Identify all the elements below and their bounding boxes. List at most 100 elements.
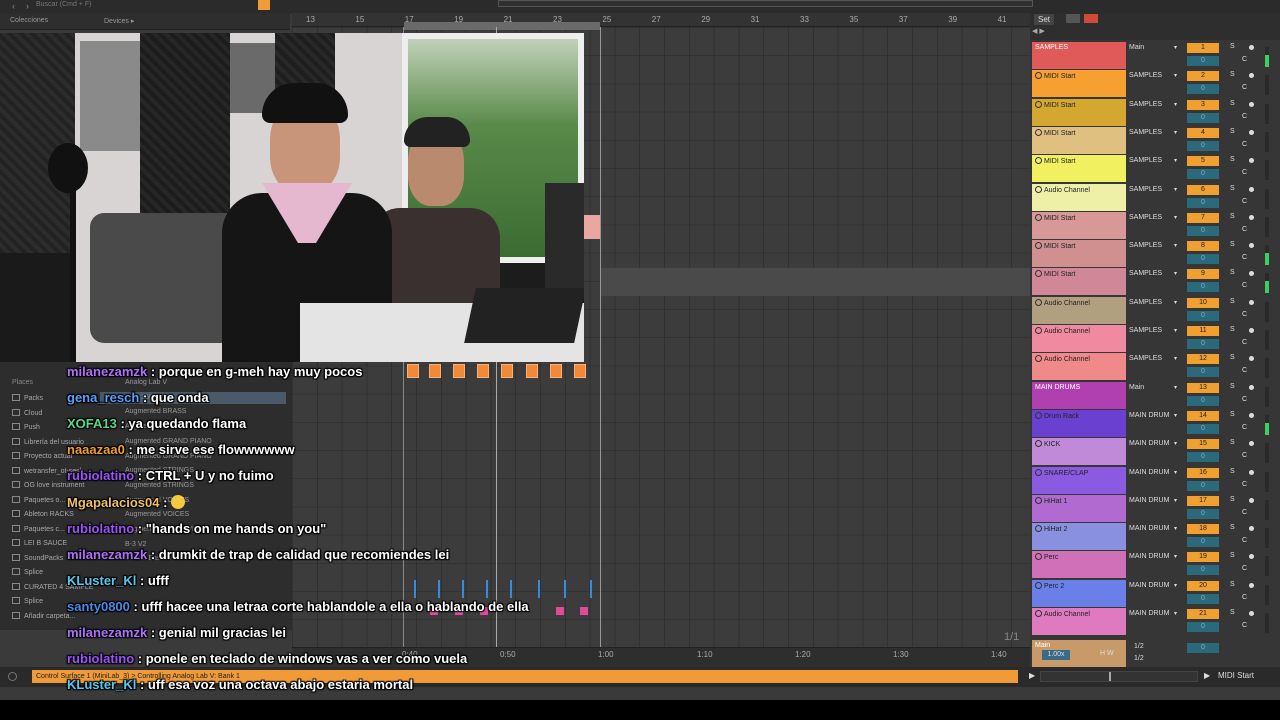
track-fold-icon[interactable] — [1035, 242, 1042, 250]
track-header[interactable]: MIDI Start — [1032, 240, 1126, 268]
chevron-down-icon[interactable]: ▾ — [1174, 157, 1177, 164]
arm-button[interactable] — [1249, 214, 1254, 220]
chat-username[interactable]: KLuster_Kl — [67, 573, 136, 588]
chevron-down-icon[interactable]: ▾ — [1174, 497, 1177, 504]
track-volume[interactable]: 0 — [1187, 225, 1219, 236]
track-activator[interactable]: 20 — [1187, 580, 1219, 591]
track-header[interactable]: Audio Channel — [1032, 608, 1126, 635]
audio-clip[interactable] — [574, 364, 586, 378]
pan-center[interactable]: C — [1242, 169, 1247, 176]
pan-center[interactable]: C — [1242, 396, 1247, 403]
back-icon[interactable]: ‹ — [12, 1, 15, 11]
place-item[interactable]: Push — [12, 423, 40, 431]
track-fold-icon[interactable] — [1035, 440, 1042, 448]
track-fold-icon[interactable] — [1035, 100, 1042, 108]
solo-button[interactable]: S — [1230, 241, 1235, 248]
main-volume[interactable]: 0 — [1187, 643, 1219, 654]
chat-username[interactable]: milanezamzk — [67, 364, 147, 379]
chat-username[interactable]: milanezamzk — [67, 625, 147, 640]
track-activator[interactable]: 17 — [1187, 495, 1219, 506]
track-header[interactable]: HiHat 2 — [1032, 523, 1126, 551]
chevron-down-icon[interactable]: ▾ — [1174, 582, 1177, 589]
arm-button[interactable] — [1249, 441, 1254, 447]
arm-button[interactable] — [1249, 45, 1254, 50]
arm-button[interactable] — [1249, 186, 1254, 192]
chevron-down-icon[interactable]: ▾ — [1174, 525, 1177, 532]
chevron-down-icon[interactable]: ▾ — [1174, 384, 1177, 391]
arm-button[interactable] — [1249, 356, 1254, 362]
track-activator[interactable]: 12 — [1187, 354, 1219, 365]
audio-clip[interactable] — [453, 364, 465, 378]
track-volume[interactable]: 0 — [1187, 423, 1219, 434]
record-icon[interactable] — [1084, 14, 1098, 23]
track-volume[interactable]: 0 — [1187, 508, 1219, 519]
hotswap-button[interactable] — [258, 0, 270, 10]
chevron-down-icon[interactable]: ▾ — [1174, 242, 1177, 249]
track-header[interactable]: MIDI Start — [1032, 98, 1126, 126]
track-header[interactable]: MIDI Start — [1032, 126, 1126, 154]
arm-button[interactable] — [1249, 299, 1254, 305]
track-activator[interactable]: 11 — [1187, 326, 1219, 336]
pan-center[interactable]: C — [1242, 509, 1247, 516]
place-item[interactable]: Packs — [12, 394, 43, 402]
solo-button[interactable]: S — [1230, 156, 1235, 163]
chevron-down-icon[interactable]: ▾ — [1174, 186, 1177, 193]
main-routing-b[interactable]: 1/2 — [1134, 655, 1186, 662]
arm-button[interactable] — [1249, 469, 1254, 475]
track-header[interactable]: MIDI Start — [1032, 155, 1126, 183]
track-volume[interactable]: 0 — [1187, 84, 1219, 95]
chevron-down-icon[interactable]: ▾ — [1174, 72, 1177, 79]
track-activator[interactable]: 21 — [1187, 609, 1219, 619]
track-header[interactable]: Audio Channel — [1032, 325, 1126, 352]
arm-button[interactable] — [1249, 158, 1254, 164]
track-header[interactable]: SNARE/CLAP — [1032, 466, 1126, 494]
play-icon[interactable]: ▶ — [1029, 671, 1035, 680]
chevron-down-icon[interactable]: ▾ — [1174, 412, 1177, 419]
solo-button[interactable]: S — [1230, 524, 1235, 531]
chevron-down-icon[interactable]: ▾ — [1174, 101, 1177, 108]
forward-icon[interactable]: › — [26, 1, 29, 11]
track-volume[interactable]: 0 — [1187, 593, 1219, 604]
solo-button[interactable]: S — [1230, 213, 1235, 220]
track-volume[interactable]: 0 — [1187, 452, 1219, 463]
chat-username[interactable]: KLuster_Kl — [67, 677, 136, 692]
track-activator[interactable]: 14 — [1187, 410, 1219, 421]
track-activator[interactable]: 13 — [1187, 382, 1219, 393]
track-activator[interactable]: 16 — [1187, 467, 1219, 478]
tab-devices[interactable]: Devices ▸ — [104, 17, 134, 25]
arm-button[interactable] — [1249, 101, 1254, 107]
midi-clip[interactable] — [556, 607, 564, 615]
track-fold-icon[interactable] — [1035, 185, 1042, 193]
pan-center[interactable]: C — [1242, 282, 1247, 289]
place-item[interactable]: LEI B SAUCE — [12, 539, 67, 547]
zoom-field[interactable]: 1.00x — [1042, 650, 1070, 660]
place-item[interactable]: Splice — [12, 597, 43, 605]
chat-username[interactable]: santy0800 — [67, 599, 130, 614]
solo-button[interactable]: S — [1230, 609, 1235, 616]
solo-button[interactable]: S — [1230, 411, 1235, 418]
track-fold-icon[interactable] — [1035, 496, 1042, 504]
solo-button[interactable]: S — [1230, 468, 1235, 475]
track-volume[interactable]: 0 — [1187, 254, 1219, 265]
track-volume[interactable]: 0 — [1187, 480, 1219, 491]
track-fold-icon[interactable] — [1035, 128, 1042, 136]
solo-button[interactable]: S — [1230, 71, 1235, 78]
midi-clip[interactable] — [580, 607, 588, 615]
pan-center[interactable]: C — [1242, 622, 1247, 629]
arm-button[interactable] — [1249, 328, 1254, 333]
preset-item[interactable]: Augmented BRASS — [125, 408, 186, 415]
search-input[interactable]: Buscar (Cmd + F) — [36, 1, 276, 12]
chevron-down-icon[interactable]: ▾ — [1174, 355, 1177, 362]
pan-center[interactable]: C — [1242, 565, 1247, 572]
track-activator[interactable]: 8 — [1187, 241, 1219, 252]
solo-button[interactable]: S — [1230, 298, 1235, 305]
pan-center[interactable]: C — [1242, 56, 1247, 63]
track-activator[interactable]: 7 — [1187, 212, 1219, 223]
pan-center[interactable]: C — [1242, 367, 1247, 374]
chevron-down-icon[interactable]: ▾ — [1174, 270, 1177, 277]
solo-button[interactable]: S — [1230, 128, 1235, 135]
solo-button[interactable]: S — [1230, 354, 1235, 361]
pan-center[interactable]: C — [1242, 339, 1247, 346]
track-fold-icon[interactable] — [1035, 270, 1042, 278]
arm-button[interactable] — [1249, 412, 1254, 418]
